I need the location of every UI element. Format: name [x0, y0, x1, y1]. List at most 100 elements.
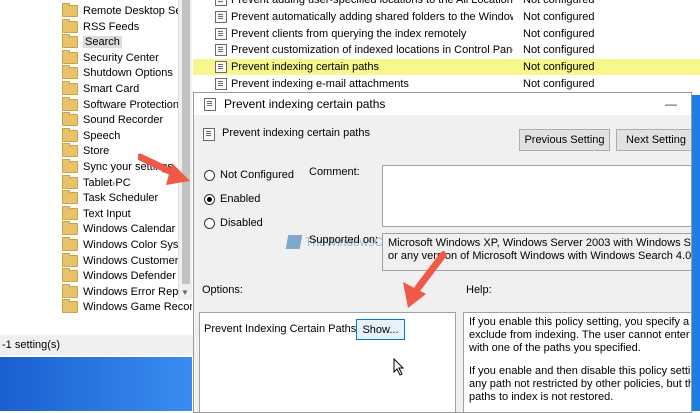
policy-row[interactable]: Prevent automatically adding shared fold… [193, 9, 700, 25]
policy-header-title: Prevent indexing certain paths [222, 127, 370, 139]
tree-item[interactable]: Software Protection Plat [62, 96, 192, 113]
tree-item-label: Store [83, 145, 110, 158]
policy-row[interactable]: Prevent indexing e-mail attachments Not c… [193, 76, 700, 92]
policy-icon [215, 0, 227, 6]
folder-icon [62, 205, 78, 220]
policy-state: Not configured [523, 10, 595, 23]
help-panel: If you enable this policy setting, you s… [463, 312, 692, 412]
folder-icon [62, 127, 78, 142]
tree-item[interactable]: ›Remote Desktop Service [62, 3, 192, 19]
policy-icon [203, 128, 215, 141]
comment-textarea[interactable] [382, 165, 691, 227]
tree-item-label: Windows Error Reportin [83, 285, 192, 298]
tree-item-label: Task Scheduler [83, 192, 159, 205]
tree-item[interactable]: Speech [62, 127, 120, 144]
radio-enabled[interactable]: Enabled [204, 193, 260, 205]
tree-item-label: Windows Game Recordi [83, 301, 192, 314]
tree-item[interactable]: Windows Calendar [62, 221, 175, 237]
scroll-down-icon[interactable]: ▼ [181, 288, 189, 297]
chevron-right-icon[interactable]: › [112, 287, 115, 297]
annotation-arrow-show [403, 251, 447, 308]
help-line: with one of the paths you specified. [469, 342, 641, 354]
status-bar: -1 setting(s) [0, 335, 194, 355]
folder-icon [62, 174, 78, 189]
folder-icon [62, 49, 78, 64]
radio-not-configured[interactable]: Not Configured [204, 169, 294, 181]
minimize-button[interactable]: — [665, 97, 677, 111]
previous-setting-button[interactable]: Previous Setting [519, 129, 610, 151]
help-text: If you enable this policy setting, you s… [469, 316, 692, 412]
policy-icon [215, 44, 227, 57]
tree-item[interactable]: › Windows Error Reportin [62, 283, 192, 300]
scrollbar-thumb[interactable] [182, 0, 190, 284]
mouse-cursor-icon [393, 358, 405, 376]
tree-item[interactable]: Shutdown Options [62, 65, 173, 81]
tree-item[interactable]: Windows Game Recordi [62, 299, 192, 315]
policy-row[interactable]: Prevent customization of indexed locatio… [193, 42, 700, 58]
tree-item-label: Tablet PC [83, 176, 131, 189]
folder-icon [62, 237, 78, 251]
tree-item-label: Smart Card [83, 83, 140, 95]
dialog-title: Prevent indexing certain paths [224, 97, 386, 111]
radio-disabled[interactable]: Disabled [204, 217, 263, 229]
policy-state: Not configured [523, 44, 595, 57]
folder-icon [62, 252, 78, 267]
folder-icon [62, 221, 78, 236]
tree-item-label: Windows Calendar [83, 223, 176, 236]
chevron-right-icon[interactable]: › [112, 6, 115, 16]
show-button[interactable]: Show... [356, 319, 405, 340]
tree-item[interactable]: Text Input [62, 205, 131, 222]
tree-item[interactable]: › Windows Defender Sma [62, 268, 192, 284]
radio-label: Enabled [220, 193, 261, 205]
tree-item[interactable]: RSS Feeds [62, 18, 139, 35]
tree-item[interactable]: Sound Recorder [62, 112, 163, 128]
tree-item[interactable]: Task Scheduler [62, 190, 158, 206]
help-label: Help: [466, 284, 492, 296]
folder-icon [62, 96, 78, 111]
next-setting-button[interactable]: Next Setting [616, 129, 691, 151]
radio-circle[interactable] [204, 169, 215, 181]
policy-row[interactable]: Prevent adding user-specified locations … [193, 0, 700, 8]
dialog-titlebar[interactable]: Prevent indexing certain paths — [194, 93, 691, 115]
help-line: exclude from indexing. The user cannot e… [469, 329, 691, 341]
help-line: any path not restricted by other policie… [469, 378, 692, 390]
tree-item-label: Windows Customer Exp [83, 254, 192, 267]
tree-item[interactable]: Store [62, 143, 109, 159]
chevron-right-icon[interactable]: › [112, 271, 115, 281]
tree-item[interactable]: Smart Card [62, 81, 139, 97]
policy-state: Not configured [523, 78, 595, 90]
policy-list: Prevent adding user-specified locations … [193, 0, 700, 95]
folder-icon [62, 81, 78, 95]
tree-item[interactable]: Windows Customer Exp [62, 252, 192, 269]
tree-item[interactable]: › Tablet PC [62, 174, 131, 191]
policy-row[interactable]: Prevent indexing certain paths Not config… [193, 59, 700, 76]
radio-circle-selected[interactable] [204, 193, 215, 205]
tree-item[interactable]: Windows Color System [62, 237, 192, 253]
folder-icon [62, 268, 78, 283]
tree-item-label: Windows Defender Sma [83, 270, 192, 283]
policy-name: Prevent customization of indexed locatio… [231, 44, 513, 57]
tree-item[interactable]: Security Center [62, 49, 159, 66]
options-label: Options: [202, 284, 243, 296]
tree-item-label: Search [83, 36, 122, 49]
option-label: Prevent Indexing Certain Paths [204, 323, 357, 335]
desktop-background [0, 357, 192, 411]
policy-state: Not configured [523, 27, 595, 40]
policy-row[interactable]: Prevent clients from querying the index … [193, 26, 700, 42]
folder-icon [62, 159, 78, 173]
policy-state: Not configured [523, 61, 595, 74]
radio-circle[interactable] [204, 217, 215, 229]
tree-item[interactable]: Search [62, 34, 122, 50]
watermark-logo-icon [285, 235, 303, 249]
tree-item-label: Remote Desktop Service [83, 5, 192, 17]
folder-icon [62, 112, 78, 127]
status-text: -1 setting(s) [2, 339, 61, 351]
tree-item-label: Windows Color System [83, 239, 192, 251]
policy-icon [215, 78, 227, 90]
policy-name: Prevent indexing e-mail attachments [231, 78, 409, 90]
chevron-right-icon[interactable]: › [112, 178, 115, 188]
tree-item-label: Security Center [83, 51, 159, 64]
annotation-arrow-enabled [138, 153, 190, 185]
folder-icon [62, 34, 78, 49]
policy-state: Not configured [523, 0, 595, 6]
